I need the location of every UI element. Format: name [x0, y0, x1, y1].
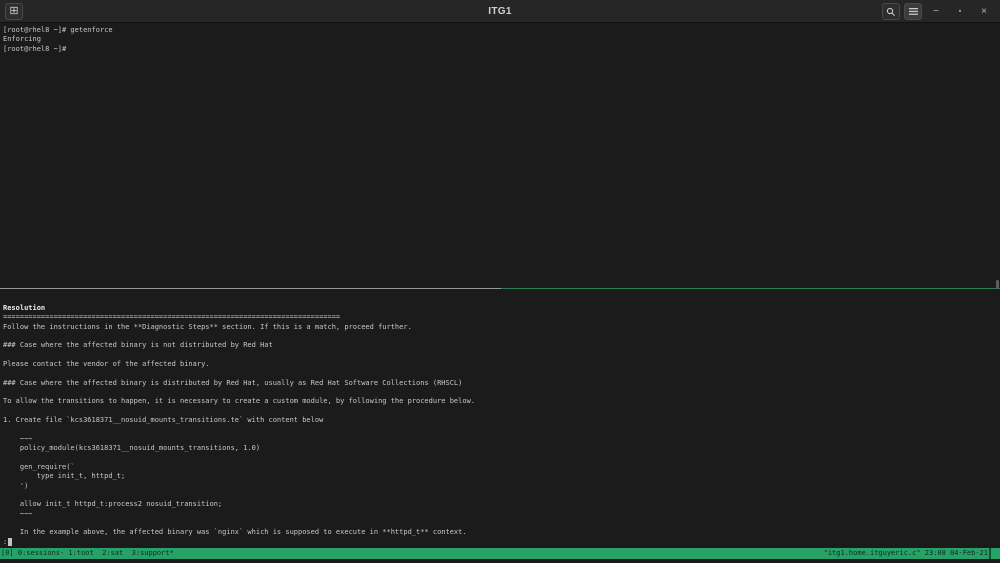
- pager-prompt: :: [3, 537, 8, 546]
- divider-inactive-segment: [0, 288, 501, 289]
- document-heading: Resolution: [3, 304, 46, 312]
- divider-active-segment: [501, 288, 1000, 289]
- pager-pane: Resolution =============================…: [3, 304, 475, 547]
- minimize-icon: −: [933, 5, 939, 17]
- status-bar-notch: [989, 548, 991, 559]
- shell-pane-output: [root@rhel8 ~]# getenforce Enforcing [ro…: [3, 26, 113, 53]
- window-title: ITG1: [488, 5, 512, 17]
- header-bar: ⊞ ITG1 − ▪ ×: [0, 0, 1000, 23]
- close-button[interactable]: ×: [974, 3, 994, 20]
- new-terminal-icon: ⊞: [9, 4, 19, 17]
- tmux-window-list[interactable]: [0] 0:sessions- 1:toot 2:sat 3:support*: [1, 548, 174, 559]
- terminal-viewport[interactable]: [root@rhel8 ~]# getenforce Enforcing [ro…: [0, 24, 1000, 563]
- search-button[interactable]: [882, 3, 900, 20]
- hamburger-menu-icon: [908, 7, 918, 16]
- tmux-status-bar: [0] 0:sessions- 1:toot 2:sat 3:support* …: [0, 548, 1000, 559]
- text-cursor: [8, 538, 13, 547]
- new-terminal-button[interactable]: ⊞: [5, 2, 23, 20]
- document-body: ========================================…: [3, 313, 476, 537]
- search-icon: [886, 7, 896, 17]
- close-icon: ×: [981, 5, 987, 17]
- minimize-button[interactable]: −: [926, 3, 946, 20]
- terminal-window: ⊞ ITG1 − ▪ × [root@rhel8 ~]# getenforce …: [0, 0, 1000, 563]
- tmux-pane-divider[interactable]: [0, 288, 1000, 290]
- menu-button[interactable]: [904, 3, 922, 20]
- scrollbar-thumb[interactable]: [996, 280, 999, 289]
- maximize-button[interactable]: ▪: [950, 3, 970, 20]
- maximize-icon: ▪: [958, 8, 962, 15]
- tmux-status-right: "itg1.home.itguyeric.c" 23:08 04-Feb-21: [823, 549, 988, 557]
- pager-prompt-line: :: [3, 538, 475, 547]
